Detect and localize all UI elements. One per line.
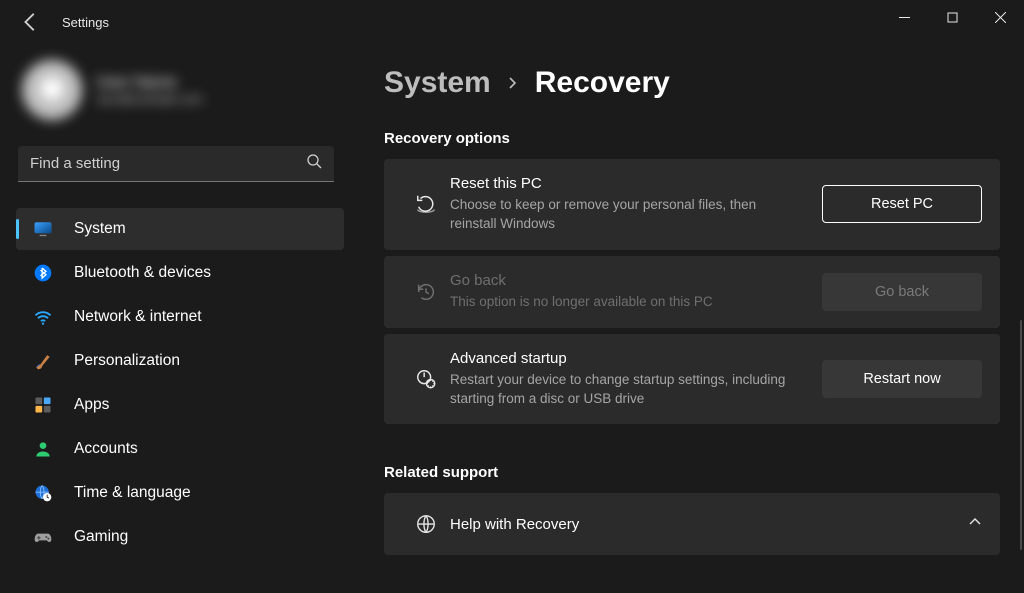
main-content: System Recovery Recovery options Reset t… <box>352 44 1024 593</box>
sidebar-item-bluetooth[interactable]: Bluetooth & devices <box>16 252 344 294</box>
help-with-recovery-row[interactable]: Help with Recovery <box>384 493 1000 555</box>
breadcrumb-root[interactable]: System <box>384 66 491 100</box>
maximize-icon <box>947 12 958 23</box>
system-icon <box>32 218 54 240</box>
sidebar-item-gaming[interactable]: Gaming <box>16 516 344 558</box>
person-icon <box>32 438 54 460</box>
power-gear-icon <box>402 368 450 390</box>
go-back-button: Go back <box>822 273 982 311</box>
section-recovery-options: Recovery options <box>384 130 1000 147</box>
maximize-button[interactable] <box>928 0 976 34</box>
card-desc: Choose to keep or remove your personal f… <box>450 196 806 234</box>
sidebar: User Name user@example.com System Bl <box>0 44 352 593</box>
reset-icon <box>402 193 450 215</box>
sidebar-item-accounts[interactable]: Accounts <box>16 428 344 470</box>
card-desc: Restart your device to change startup se… <box>450 371 806 409</box>
sidebar-item-label: System <box>74 220 126 238</box>
section-related-support: Related support <box>384 464 1000 481</box>
sidebar-item-label: Accounts <box>74 440 138 458</box>
minimize-icon <box>899 12 910 23</box>
expander-title: Help with Recovery <box>450 516 579 533</box>
profile-email: user@example.com <box>96 92 203 106</box>
avatar <box>22 60 82 120</box>
paintbrush-icon <box>32 350 54 372</box>
minimize-button[interactable] <box>880 0 928 34</box>
bluetooth-icon <box>32 262 54 284</box>
sidebar-item-personalization[interactable]: Personalization <box>16 340 344 382</box>
sidebar-item-label: Bluetooth & devices <box>74 264 211 282</box>
history-icon <box>402 281 450 303</box>
window-controls <box>880 0 1024 34</box>
profile-name: User Name <box>96 74 203 92</box>
apps-icon <box>32 394 54 416</box>
sidebar-item-network[interactable]: Network & internet <box>16 296 344 338</box>
sidebar-item-label: Gaming <box>74 528 128 546</box>
card-title: Advanced startup <box>450 350 806 367</box>
card-title: Go back <box>450 272 806 289</box>
card-title: Reset this PC <box>450 175 806 192</box>
card-desc: This option is no longer available on th… <box>450 293 806 312</box>
card-reset-pc: Reset this PC Choose to keep or remove y… <box>384 159 1000 250</box>
reset-pc-button[interactable]: Reset PC <box>822 185 982 223</box>
back-button[interactable] <box>20 11 42 33</box>
card-go-back: Go back This option is no longer availab… <box>384 256 1000 328</box>
breadcrumb: System Recovery <box>384 66 1000 100</box>
sidebar-item-time-language[interactable]: Time & language <box>16 472 344 514</box>
sidebar-item-system[interactable]: System <box>16 208 344 250</box>
search-box[interactable] <box>18 146 334 182</box>
sidebar-item-label: Apps <box>74 396 109 414</box>
sidebar-item-label: Network & internet <box>74 308 202 326</box>
card-advanced-startup: Advanced startup Restart your device to … <box>384 334 1000 425</box>
sidebar-item-label: Personalization <box>74 352 180 370</box>
profile-text: User Name user@example.com <box>96 74 203 106</box>
close-button[interactable] <box>976 0 1024 34</box>
sidebar-item-apps[interactable]: Apps <box>16 384 344 426</box>
gamepad-icon <box>32 526 54 548</box>
restart-now-button[interactable]: Restart now <box>822 360 982 398</box>
chevron-up-icon <box>968 515 982 534</box>
close-icon <box>995 12 1006 23</box>
arrow-left-icon <box>20 11 42 33</box>
titlebar: Settings <box>0 0 1024 44</box>
profile[interactable]: User Name user@example.com <box>0 52 352 128</box>
app-title: Settings <box>62 15 109 30</box>
search-input[interactable] <box>30 155 306 172</box>
wifi-icon <box>32 306 54 328</box>
chevron-right-icon <box>507 73 519 94</box>
scrollbar[interactable] <box>1020 320 1022 550</box>
sidebar-item-label: Time & language <box>74 484 191 502</box>
breadcrumb-leaf: Recovery <box>535 66 670 100</box>
search-icon <box>306 153 322 174</box>
globe-clock-icon <box>32 482 54 504</box>
nav: System Bluetooth & devices Network & int… <box>0 208 352 558</box>
help-globe-icon <box>402 513 450 535</box>
